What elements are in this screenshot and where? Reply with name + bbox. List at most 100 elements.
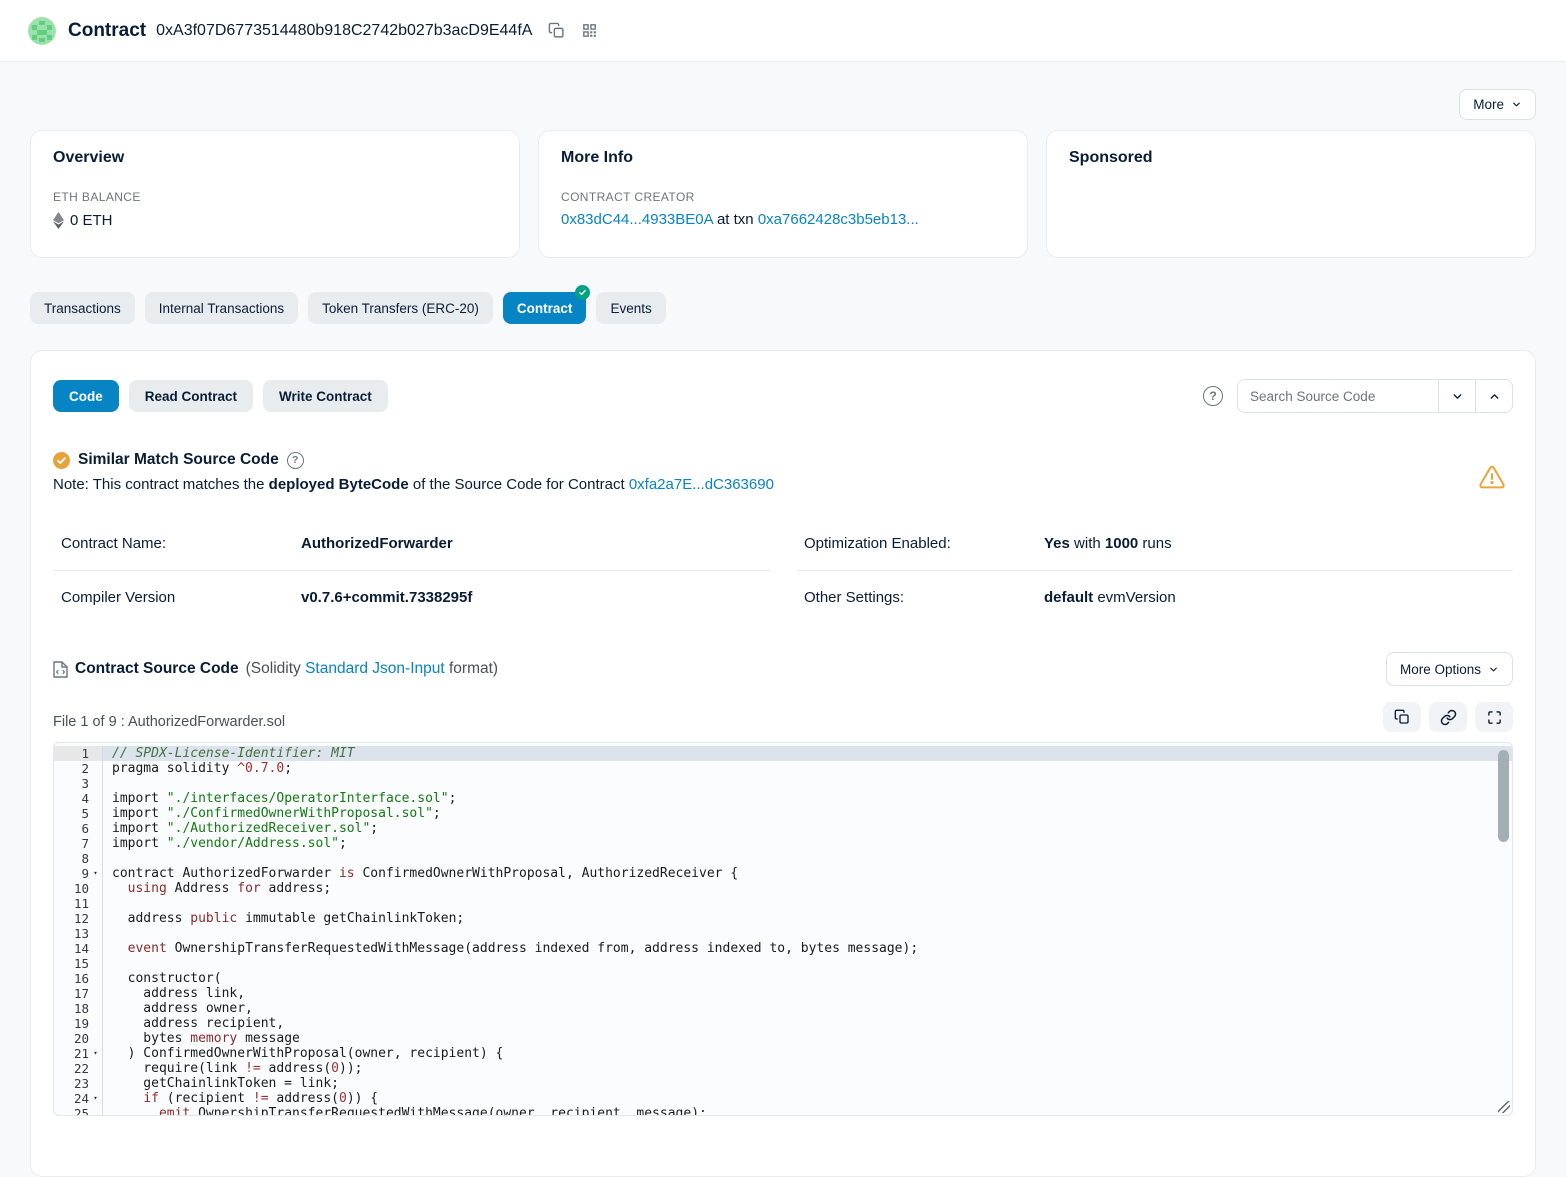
json-input-link[interactable]: Standard Json-Input [305, 660, 445, 677]
sponsored-card-title: Sponsored [1069, 149, 1513, 167]
metadata-value: v0.7.6+commit.7338295f [301, 589, 472, 606]
format-suffix: format) [445, 660, 498, 677]
code-line: 9▾contract AuthorizedForwarder is Confir… [54, 866, 1512, 881]
code-line: 11 [54, 896, 1512, 911]
search-prev-button[interactable] [1475, 380, 1512, 412]
line-number: 19 [74, 1016, 89, 1031]
code-line: 14 event OwnershipTransferRequestedWithM… [54, 941, 1512, 956]
source-code-viewer[interactable]: 1// SPDX-License-Identifier: MIT2pragma … [53, 742, 1513, 1116]
line-gutter: 13 [54, 926, 102, 941]
code-line: 23 getChainlinkToken = link; [54, 1076, 1512, 1091]
search-source-input[interactable] [1238, 380, 1438, 412]
more-button[interactable]: More [1459, 89, 1536, 120]
contract-subtabs: Code Read Contract Write Contract [53, 380, 388, 412]
code-fold-icon[interactable]: ▾ [89, 1046, 102, 1061]
line-number: 16 [74, 971, 89, 986]
line-gutter: 9▾ [54, 866, 102, 881]
chevron-down-icon [1451, 390, 1464, 403]
similar-match-title: Similar Match Source Code [78, 451, 279, 469]
code-text [102, 851, 1512, 866]
creator-txn-link[interactable]: 0xa7662428c3b5eb13... [758, 211, 919, 228]
line-number: 18 [74, 1001, 89, 1016]
more-button-label: More [1473, 97, 1504, 112]
expand-button[interactable] [1475, 702, 1513, 732]
copy-source-button[interactable] [1383, 702, 1421, 732]
permalink-button[interactable] [1429, 702, 1467, 732]
subtab-write-contract[interactable]: Write Contract [263, 380, 388, 412]
line-number: 6 [81, 821, 89, 836]
code-text: emit OwnershipTransferRequestedWithMessa… [102, 1106, 1512, 1116]
code-resize-handle[interactable] [1498, 1101, 1510, 1113]
tab-internal-transactions[interactable]: Internal Transactions [145, 292, 298, 324]
metadata-label: Other Settings: [804, 589, 1044, 606]
line-gutter: 25 [54, 1106, 102, 1116]
line-gutter: 2 [54, 761, 102, 776]
tab-label: Token Transfers (ERC-20) [322, 301, 479, 316]
search-help-icon[interactable]: ? [1203, 386, 1223, 406]
copy-address-icon[interactable] [548, 22, 565, 39]
code-text [102, 956, 1512, 971]
line-gutter: 21▾ [54, 1046, 102, 1061]
contract-identicon-avatar [28, 17, 56, 45]
code-line: 13 [54, 926, 1512, 941]
code-scrollbar-thumb[interactable] [1498, 750, 1509, 842]
more-info-card: More Info CONTRACT CREATOR 0x83dC44...49… [538, 130, 1028, 258]
search-next-button[interactable] [1438, 380, 1475, 412]
line-number: 17 [74, 986, 89, 1001]
line-number: 4 [81, 791, 89, 806]
tab-label: Events [610, 301, 651, 316]
code-text: import "./ConfirmedOwnerWithProposal.sol… [102, 806, 1512, 821]
metadata-label: Compiler Version [61, 589, 301, 606]
contract-metadata: Contract Name:AuthorizedForwarderCompile… [53, 517, 1513, 624]
line-gutter: 8 [54, 851, 102, 866]
tab-events[interactable]: Events [596, 292, 665, 324]
at-txn-text: at txn [713, 211, 758, 228]
code-text [102, 926, 1512, 941]
check-badge-icon [575, 285, 590, 300]
tab-label: Transactions [44, 301, 121, 316]
code-text: event OwnershipTransferRequestedWithMess… [102, 941, 1512, 956]
tab-label: Internal Transactions [159, 301, 284, 316]
line-gutter: 7 [54, 836, 102, 851]
tab-token-transfers-erc-20[interactable]: Token Transfers (ERC-20) [308, 292, 493, 324]
more-options-button[interactable]: More Options [1386, 652, 1513, 686]
format-prefix: (Solidity [246, 660, 305, 677]
line-number: 13 [74, 926, 89, 941]
similar-match-help-icon[interactable]: ? [287, 452, 304, 469]
line-gutter: 6 [54, 821, 102, 836]
page-title: Contract [68, 20, 146, 42]
line-number: 3 [81, 776, 89, 791]
subtab-read-contract[interactable]: Read Contract [129, 380, 253, 412]
copy-icon [1394, 709, 1410, 725]
similar-match-check-icon [53, 452, 70, 469]
code-fold-icon[interactable]: ▾ [89, 866, 102, 881]
more-info-card-title: More Info [561, 149, 1005, 167]
source-code-title: Contract Source Code [75, 660, 239, 678]
similar-contract-link[interactable]: 0xfa2a7E...dC363690 [629, 476, 774, 493]
line-gutter: 16 [54, 971, 102, 986]
code-line: 4import "./interfaces/OperatorInterface.… [54, 791, 1512, 806]
metadata-row: Compiler Versionv0.7.6+commit.7338295f [53, 571, 770, 624]
code-text: address owner, [102, 1001, 1512, 1016]
line-number: 7 [81, 836, 89, 851]
chevron-down-icon [1488, 664, 1499, 675]
line-number: 8 [81, 851, 89, 866]
code-text [102, 776, 1512, 791]
qr-code-icon[interactable] [581, 22, 598, 39]
source-search-group [1237, 379, 1513, 413]
subtab-code[interactable]: Code [53, 380, 119, 412]
metadata-value: Yes with 1000 runs [1044, 535, 1172, 552]
line-gutter: 4 [54, 791, 102, 806]
code-line: 15 [54, 956, 1512, 971]
code-line: 3 [54, 776, 1512, 791]
contract-panel: Code Read Contract Write Contract ? [30, 350, 1536, 1177]
tab-contract[interactable]: Contract [503, 292, 587, 324]
code-text: // SPDX-License-Identifier: MIT [102, 746, 1512, 761]
code-line: 12 address public immutable getChainlink… [54, 911, 1512, 926]
code-text: bytes memory message [102, 1031, 1512, 1046]
tab-transactions[interactable]: Transactions [30, 292, 135, 324]
line-gutter: 19 [54, 1016, 102, 1031]
line-number: 21 [74, 1046, 89, 1061]
creator-address-link[interactable]: 0x83dC44...4933BE0A [561, 211, 713, 228]
line-gutter: 1 [54, 746, 102, 761]
